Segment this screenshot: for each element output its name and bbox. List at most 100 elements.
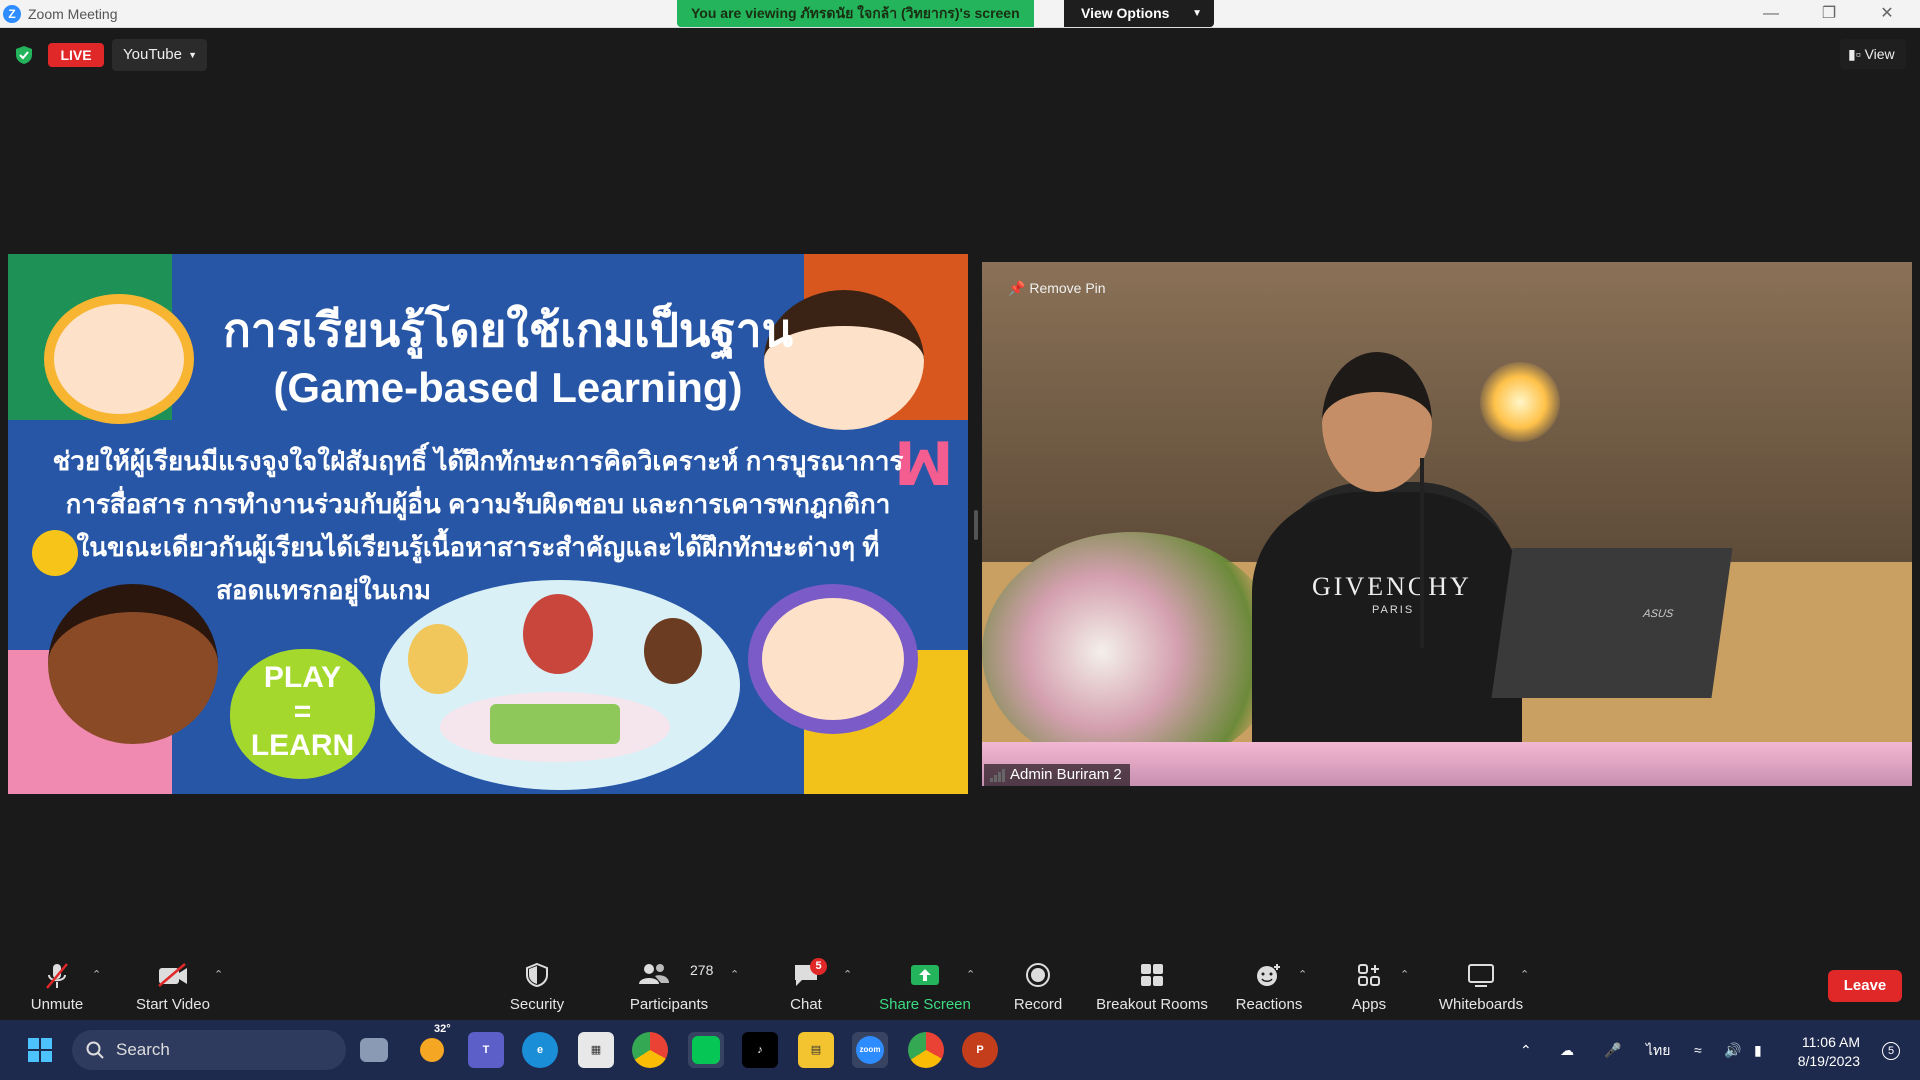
play-text: PLAY bbox=[263, 661, 342, 694]
microphone-tray-icon[interactable]: 🎤 bbox=[1604, 1020, 1621, 1080]
speaker-head bbox=[1322, 352, 1432, 492]
wifi-icon[interactable]: ≈ bbox=[1694, 1020, 1702, 1080]
video-options-caret-icon[interactable]: ⌃ bbox=[214, 968, 223, 981]
line-app-icon[interactable] bbox=[688, 1032, 724, 1068]
splitter-handle[interactable] bbox=[974, 510, 978, 540]
learn-text: LEARN bbox=[250, 729, 355, 762]
start-video-label: Start Video bbox=[136, 996, 210, 1013]
clock-date: 8/19/2023 bbox=[1797, 1053, 1860, 1069]
restore-button[interactable]: ❐ bbox=[1806, 2, 1852, 26]
slide-body-line: การสื่อสาร การทำงานร่วมกับผู้อื่น ความรั… bbox=[65, 489, 891, 519]
slide-body-line: ในขณะเดียวกันผู้เรียนได้เรียนรู้เนื้อหาส… bbox=[76, 532, 880, 562]
record-icon bbox=[1026, 963, 1050, 987]
breakout-rooms-label: Breakout Rooms bbox=[1096, 996, 1208, 1013]
remove-pin-button[interactable]: 📌 Remove Pin bbox=[1008, 280, 1106, 297]
participants-button[interactable]: 278 Participants bbox=[622, 954, 716, 1020]
minimize-button[interactable]: — bbox=[1748, 2, 1794, 26]
language-indicator[interactable]: ไทย bbox=[1646, 1020, 1670, 1080]
participants-caret-icon[interactable]: ⌃ bbox=[730, 968, 739, 981]
microsoft-store-icon[interactable]: ▦ bbox=[578, 1032, 614, 1068]
audio-options-caret-icon[interactable]: ⌃ bbox=[92, 968, 101, 981]
girl-face-icon bbox=[44, 294, 194, 424]
reactions-icon bbox=[1257, 964, 1280, 986]
search-placeholder: Search bbox=[116, 1040, 170, 1059]
speaker-video[interactable]: GIVENCHY PARIS ASUS bbox=[982, 262, 1912, 786]
flower-arrangement bbox=[982, 532, 1282, 772]
slide-body: ช่วยให้ผู้เรียนมีแรงจูงใจใฝ่สัมฤทธิ์ ได้… bbox=[48, 440, 908, 612]
apps-icon bbox=[1358, 964, 1380, 986]
volume-icon[interactable]: 🔊 bbox=[1724, 1020, 1741, 1080]
whiteboard-icon bbox=[1468, 964, 1494, 987]
powerpoint-app-icon[interactable]: P bbox=[962, 1032, 998, 1068]
breakout-rooms-icon bbox=[1141, 964, 1163, 986]
live-badge[interactable]: LIVE bbox=[48, 43, 104, 67]
chevron-down-icon: ▼ bbox=[1192, 8, 1202, 19]
windows-start-icon[interactable] bbox=[28, 1038, 52, 1062]
boy-player-icon bbox=[644, 618, 702, 684]
security-shield-icon[interactable] bbox=[15, 45, 33, 65]
taskbar-clock[interactable]: 11:06 AM 8/19/2023 bbox=[1798, 1033, 1860, 1071]
tiktok-app-icon[interactable]: ♪ bbox=[742, 1032, 778, 1068]
unmute-button[interactable]: Unmute bbox=[20, 954, 94, 1020]
breakout-rooms-button[interactable]: Breakout Rooms bbox=[1096, 954, 1208, 1020]
stream-target-label: YouTube bbox=[123, 46, 182, 63]
laptop-icon: ASUS bbox=[1491, 548, 1733, 698]
weather-widget[interactable]: 32° bbox=[414, 1023, 451, 1068]
remove-pin-label: Remove Pin bbox=[1029, 280, 1106, 296]
view-layout-icon: ▮▫ bbox=[1848, 46, 1861, 62]
whiteboards-label: Whiteboards bbox=[1438, 996, 1524, 1013]
shirt-brand-text: GIVENCHY bbox=[1312, 572, 1472, 601]
security-button[interactable]: Security bbox=[502, 954, 572, 1020]
reactions-caret-icon[interactable]: ⌃ bbox=[1298, 968, 1307, 981]
unmute-label: Unmute bbox=[30, 996, 84, 1013]
start-video-button[interactable]: Start Video bbox=[130, 954, 216, 1020]
chrome-profile-icon[interactable] bbox=[908, 1032, 944, 1068]
share-screen-caret-icon[interactable]: ⌃ bbox=[966, 968, 975, 981]
battery-icon[interactable]: ▮ bbox=[1754, 1020, 1762, 1080]
security-label: Security bbox=[509, 996, 565, 1013]
zoom-app-icon[interactable]: zoom bbox=[852, 1032, 888, 1068]
viewing-banner: You are viewing ภัทรดนัย ใจกล้า (วิทยากร… bbox=[677, 0, 1034, 27]
task-view-icon[interactable] bbox=[360, 1038, 388, 1062]
share-screen-button[interactable]: Share Screen bbox=[876, 954, 974, 1020]
record-label: Record bbox=[1013, 996, 1063, 1013]
apps-button[interactable]: Apps bbox=[1346, 954, 1392, 1020]
slide-body-line: ช่วยให้ผู้เรียนมีแรงจูงใจใฝ่สัมฤทธิ์ ได้… bbox=[52, 446, 904, 476]
window-title: Zoom Meeting bbox=[28, 6, 118, 22]
meeting-toolbar: Unmute ⌃ Start Video ⌃ Security 278 Part… bbox=[0, 954, 1920, 1020]
stream-target-dropdown[interactable]: YouTube ▼ bbox=[112, 39, 207, 71]
view-button[interactable]: ▮▫ View bbox=[1840, 39, 1906, 69]
edge-browser-icon[interactable]: e bbox=[522, 1032, 558, 1068]
search-icon bbox=[86, 1041, 104, 1059]
onedrive-cloud-icon[interactable]: ☁ bbox=[1560, 1020, 1574, 1080]
close-button[interactable]: ✕ bbox=[1864, 2, 1910, 26]
whiteboards-button[interactable]: Whiteboards bbox=[1436, 954, 1526, 1020]
reactions-button[interactable]: Reactions bbox=[1232, 954, 1306, 1020]
apps-caret-icon[interactable]: ⌃ bbox=[1400, 968, 1409, 981]
show-hidden-icons-caret[interactable]: ⌃ bbox=[1520, 1020, 1532, 1080]
clock-time: 11:06 AM bbox=[1801, 1034, 1860, 1050]
whiteboards-caret-icon[interactable]: ⌃ bbox=[1520, 968, 1529, 981]
blond-player-icon bbox=[408, 624, 468, 694]
zoom-logo-icon: Z bbox=[3, 5, 21, 23]
taskbar-search[interactable]: Search bbox=[72, 1030, 346, 1070]
participants-count: 278 bbox=[690, 962, 714, 978]
sun-glow bbox=[1480, 362, 1560, 442]
notification-center-badge[interactable]: 5 bbox=[1882, 1042, 1900, 1060]
chat-unread-badge: 5 bbox=[810, 958, 827, 975]
chat-button[interactable]: 5 Chat bbox=[780, 954, 832, 1020]
equals-text: = bbox=[293, 695, 312, 728]
teams-app-icon[interactable]: T bbox=[468, 1032, 504, 1068]
chrome-browser-icon[interactable] bbox=[632, 1032, 668, 1068]
laptop-brand-text: ASUS bbox=[1642, 608, 1675, 620]
view-options-button[interactable]: View Options ▼ bbox=[1064, 0, 1214, 27]
muted-microphone-icon bbox=[46, 963, 68, 989]
record-button[interactable]: Record bbox=[1010, 954, 1066, 1020]
leave-button[interactable]: Leave bbox=[1828, 970, 1902, 1002]
chat-caret-icon[interactable]: ⌃ bbox=[843, 968, 852, 981]
participants-label: Participants bbox=[629, 996, 709, 1013]
security-icon bbox=[526, 962, 548, 988]
file-explorer-icon[interactable]: ▤ bbox=[798, 1032, 834, 1068]
video-off-icon bbox=[158, 963, 187, 987]
view-label: View bbox=[1864, 46, 1895, 62]
